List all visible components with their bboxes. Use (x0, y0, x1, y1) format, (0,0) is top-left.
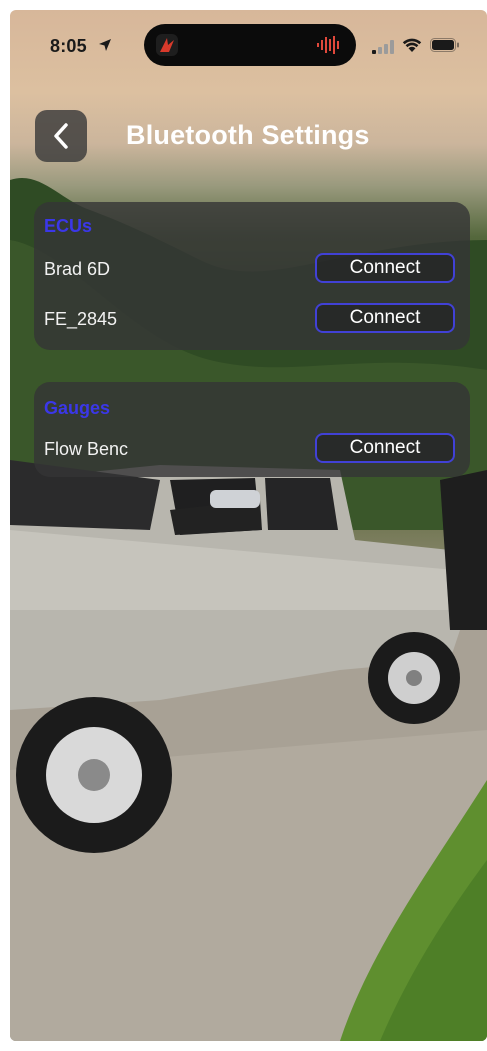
back-button[interactable] (35, 110, 87, 162)
page-title: Bluetooth Settings (126, 120, 370, 150)
background-photo (10, 177, 487, 1041)
gauges-section: Gauges Flow Benc Connect (34, 382, 470, 477)
section-title-ecus: ECUs (44, 216, 93, 236)
connect-button-brad-6d[interactable]: Connect (315, 253, 455, 283)
device-row-brad-6d: Brad 6D Connect (34, 253, 470, 289)
location-arrow-icon (99, 39, 111, 51)
cellular-signal-icon (372, 40, 394, 54)
battery-icon (430, 38, 459, 52)
wifi-icon (402, 38, 422, 52)
ecus-section: ECUs Brad 6D Connect FE_2845 Connect (34, 202, 470, 350)
device-name: Brad 6D (44, 259, 111, 279)
status-time: 8:05 (50, 36, 87, 56)
chevron-left-icon (54, 123, 68, 149)
status-bar: 8:05 (10, 10, 487, 68)
app-activity-icon (156, 34, 178, 56)
device-name: Flow Benc (44, 439, 129, 459)
device-name: FE_2845 (44, 309, 118, 329)
device-row-flow-benc: Flow Benc Connect (34, 433, 470, 469)
connect-button-flow-benc[interactable]: Connect (315, 433, 455, 463)
dynamic-island (144, 24, 356, 66)
device-row-fe-2845: FE_2845 Connect (34, 303, 470, 339)
audio-wave-icon (317, 36, 339, 54)
app-screen: 8:05 Bluetooth Settings ECUs Brad 6D Con… (10, 10, 487, 1041)
connect-button-fe-2845[interactable]: Connect (315, 303, 455, 333)
section-title-gauges: Gauges (44, 398, 111, 418)
